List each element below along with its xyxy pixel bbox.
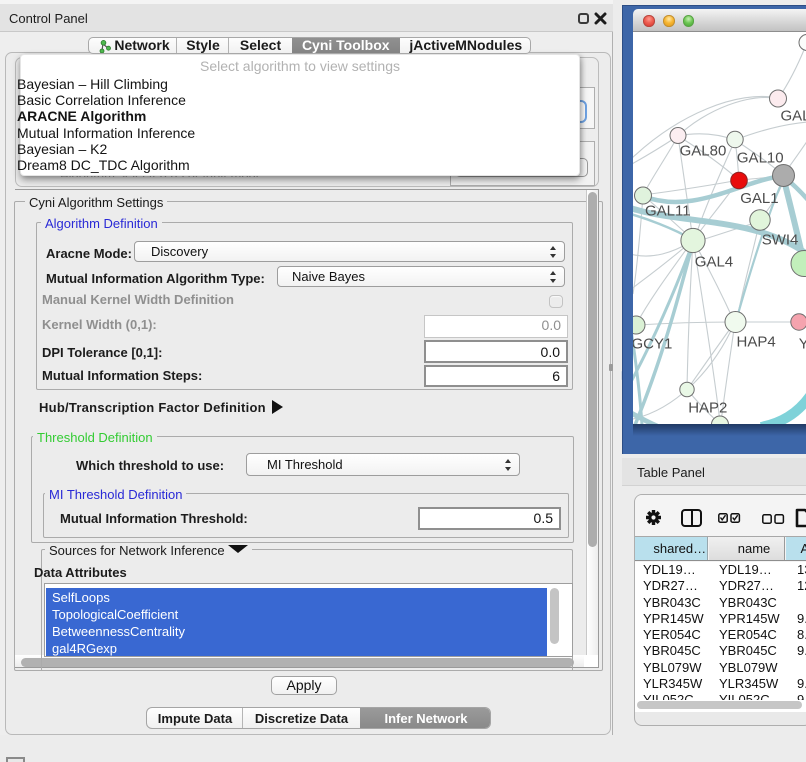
svg-text:HAP2: HAP2 [688,399,727,416]
svg-text:GAL1: GAL1 [740,190,778,207]
svg-text:Y: Y [799,335,806,352]
svg-text:GAL: GAL [781,107,806,124]
svg-text:GAL80: GAL80 [680,142,727,159]
svg-text:GCY1: GCY1 [633,335,672,352]
svg-text:GAL10: GAL10 [737,149,784,166]
svg-text:GAL4: GAL4 [695,253,733,270]
svg-text:HAP4: HAP4 [737,333,776,350]
svg-text:SWI4: SWI4 [762,231,799,248]
svg-text:GAL11: GAL11 [645,202,691,219]
